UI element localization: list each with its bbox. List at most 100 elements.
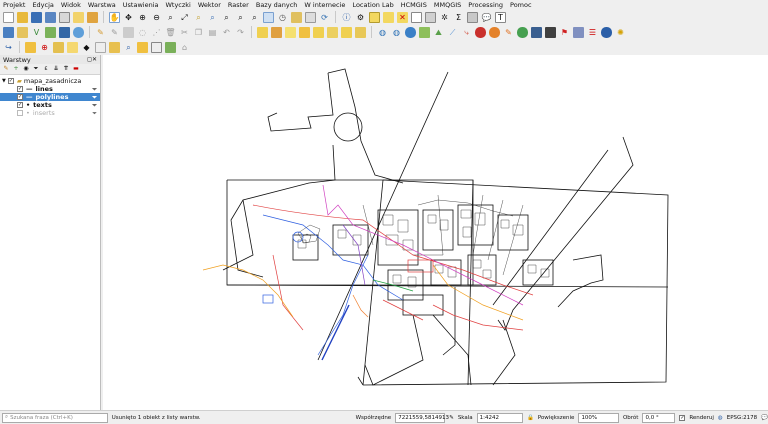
layer-checkbox[interactable]: ✓	[17, 86, 23, 92]
coordinate-field[interactable]: 7221559,5814913	[395, 412, 449, 423]
add-postgis-icon[interactable]	[59, 26, 70, 38]
select-zoom-icon[interactable]: ⌕	[123, 42, 134, 53]
data-source-manager-icon[interactable]	[3, 26, 14, 38]
label-move-icon[interactable]	[299, 26, 310, 38]
menu-wektor[interactable]: Wektor	[198, 1, 221, 9]
menu-widok[interactable]: Widok	[61, 1, 81, 9]
open-project-icon[interactable]	[17, 11, 28, 23]
plugin-orange-icon[interactable]	[489, 26, 500, 38]
diagram-icon[interactable]	[355, 26, 366, 38]
refresh-icon[interactable]: ⟳	[319, 12, 330, 23]
save-as-icon[interactable]	[45, 11, 56, 23]
zoom-rubberband-icon[interactable]: ⌕	[165, 12, 176, 23]
hill-icon[interactable]: ⛰	[433, 27, 444, 38]
map-canvas[interactable]	[103, 55, 768, 410]
scale-field[interactable]: 1:4242	[476, 412, 523, 423]
nodes-icon[interactable]: ⟋	[447, 27, 458, 38]
collapse-all-icon[interactable]: ⇈	[62, 65, 70, 73]
reshape-icon[interactable]	[67, 41, 78, 53]
menu-processing[interactable]: Processing	[468, 1, 503, 9]
manage-visibility-icon[interactable]: ◉	[22, 65, 30, 73]
menu-wtyczki[interactable]: Wtyczki	[165, 1, 190, 9]
virtual-layer-icon[interactable]: V	[31, 27, 42, 38]
menu-location-lab[interactable]: Location Lab	[352, 1, 393, 9]
zoom-selection-icon[interactable]: ⌕	[193, 12, 204, 23]
add-group-icon[interactable]: +	[12, 65, 20, 73]
redo-icon[interactable]: ↷	[235, 27, 246, 38]
bookmark-icon[interactable]	[291, 11, 302, 23]
new-project-icon[interactable]	[3, 11, 14, 23]
identify-icon[interactable]: ⓘ	[341, 12, 352, 23]
remove-layer-icon[interactable]: ▬	[72, 65, 80, 73]
attribute-table-icon[interactable]	[411, 11, 422, 23]
new-map-view-icon[interactable]	[263, 11, 274, 23]
offset-icon[interactable]	[137, 41, 148, 53]
zoom-full-icon[interactable]: ⤢	[179, 12, 190, 23]
copy-icon[interactable]: ❐	[193, 27, 204, 38]
rotation-field[interactable]: 0,0 °	[642, 412, 676, 423]
panel-close-icon[interactable]: ◻✕	[87, 56, 97, 63]
geocoder-icon[interactable]	[405, 26, 416, 38]
cut-icon[interactable]: ✂	[179, 27, 190, 38]
menu-pomoc[interactable]: Pomoc	[510, 1, 532, 9]
label-layer-icon[interactable]	[285, 26, 296, 38]
menu-edycja[interactable]: Edycja	[32, 1, 53, 9]
snapping-icon[interactable]: ⊕	[39, 42, 50, 53]
new-layer-icon[interactable]	[17, 26, 28, 38]
add-raster-icon[interactable]	[45, 26, 56, 38]
trace-icon[interactable]	[53, 41, 64, 53]
layer-group-row[interactable]: ▼ ✓ ▰ mapa_zasadnicza	[0, 77, 100, 85]
statistics-icon[interactable]: Σ	[453, 12, 464, 23]
crs-label[interactable]: EPSG:2178	[727, 415, 757, 421]
rotate-symbol-icon[interactable]	[109, 41, 120, 53]
layer-checkbox[interactable]: ✓	[17, 94, 23, 100]
lock-icon[interactable]: 🔒	[527, 415, 534, 421]
zoom-in-icon[interactable]: ⊕	[137, 12, 148, 23]
simplify-icon[interactable]: ⌂	[179, 42, 190, 53]
georef-icon[interactable]	[165, 41, 176, 53]
messages-icon[interactable]: 💬	[761, 415, 768, 421]
merge-icon[interactable]	[95, 41, 106, 53]
undo-icon[interactable]: ↶	[221, 27, 232, 38]
expand-arrow-icon[interactable]: ▼	[2, 78, 6, 84]
bee-icon[interactable]: ✺	[615, 27, 626, 38]
menu-ustawienia[interactable]: Ustawienia	[123, 1, 159, 9]
globe-icon[interactable]: ◍	[377, 27, 388, 38]
search-box[interactable]: ⌕ Szukana fraza (Ctrl+K)	[2, 412, 108, 423]
select-by-value-icon[interactable]	[383, 11, 394, 23]
add-feature-icon[interactable]: ◌	[137, 27, 148, 38]
layer-stack-icon[interactable]	[419, 26, 430, 38]
paste-icon[interactable]: ▤	[207, 27, 218, 38]
render-checkbox[interactable]: ✓	[679, 414, 686, 421]
menu-mmqgis[interactable]: MMQGIS	[434, 1, 461, 9]
menu-projekt[interactable]: Projekt	[3, 1, 25, 9]
layer-row-polylines[interactable]: ✓ — polylines ⏷	[0, 93, 100, 101]
delete-selected-icon[interactable]: 🗑	[165, 27, 176, 38]
open-layer-styling-icon[interactable]: ✎	[2, 65, 10, 73]
zoom-native-icon[interactable]: ⌕	[221, 12, 232, 23]
show-bookmarks-icon[interactable]	[305, 11, 316, 23]
wms-search-icon[interactable]: ◍	[391, 27, 402, 38]
plugin-green-icon[interactable]	[517, 26, 528, 38]
deselect-icon[interactable]: ✕	[397, 11, 408, 23]
label-rotate-icon[interactable]	[313, 26, 324, 38]
menu-hcmgis[interactable]: HCMGIS	[401, 1, 427, 9]
measure-icon[interactable]	[467, 11, 478, 23]
zoom-field[interactable]: 100%	[578, 412, 619, 423]
print-layout-icon[interactable]	[59, 11, 70, 23]
layers-icon[interactable]	[573, 26, 584, 38]
layer-checkbox[interactable]: ✓	[17, 102, 23, 108]
layer-row-lines[interactable]: ✓ — lines ⏷	[0, 85, 100, 93]
edit-icon[interactable]: ✎	[109, 27, 120, 38]
plugin-red-icon[interactable]	[475, 26, 486, 38]
zoom-out-icon[interactable]: ⊖	[151, 12, 162, 23]
label-pin-icon[interactable]	[271, 26, 282, 38]
digitize-curve-icon[interactable]: ↪	[3, 42, 14, 53]
route-icon[interactable]: ⤷	[461, 27, 472, 38]
pencil-orange-icon[interactable]: ✎	[503, 27, 514, 38]
save-project-icon[interactable]	[31, 11, 42, 23]
expand-all-icon[interactable]: ⇊	[52, 65, 60, 73]
flag-icon[interactable]: ⚑	[559, 27, 570, 38]
menu-w-internecie[interactable]: W internecie	[304, 1, 345, 9]
menu-bazy-danych[interactable]: Bazy danych	[256, 1, 298, 9]
